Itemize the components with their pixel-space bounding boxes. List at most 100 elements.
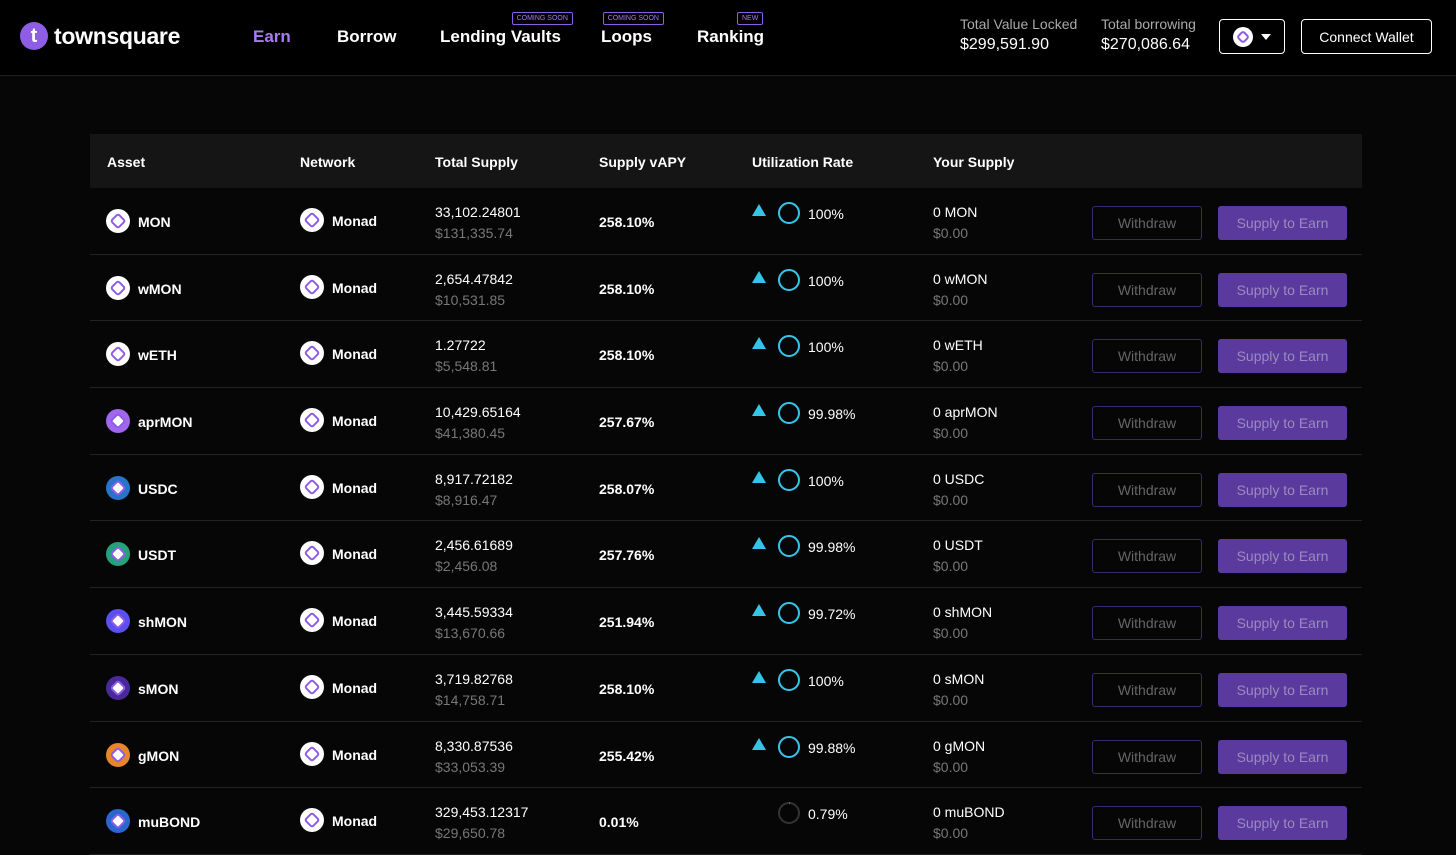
table-row[interactable]: USDC Monad 8,917.72182 $8,916.47 258.07% … [90, 455, 1362, 522]
supply-to-earn-button[interactable]: Supply to Earn [1218, 272, 1347, 307]
warning-icon[interactable] [752, 470, 766, 483]
supply-to-earn-button[interactable]: Supply to Earn [1218, 339, 1347, 374]
your-supply-usd: $0.00 [933, 625, 969, 642]
your-supply: 0 shMON $0.00 [933, 604, 992, 641]
supply-to-earn-button[interactable]: Supply to Earn [1218, 472, 1347, 507]
nav-earn[interactable]: Earn [253, 27, 291, 47]
your-supply: 0 wETH $0.00 [933, 337, 983, 374]
asset-icon [106, 675, 130, 700]
supply-to-earn-button[interactable]: Supply to Earn [1218, 406, 1347, 441]
withdraw-button[interactable]: Withdraw [1092, 606, 1202, 641]
utilization-rate: 100% [808, 339, 844, 356]
tvl-label: Total Value Locked [960, 16, 1078, 32]
table-row[interactable]: sMON Monad 3,719.82768 $14,758.71 258.10%… [90, 655, 1362, 722]
nav-ranking[interactable]: Ranking NEW [697, 12, 765, 47]
column-header: Network [300, 154, 356, 170]
borrow-stat: Total borrowing $270,086.64 [1101, 16, 1196, 54]
asset-icon [106, 409, 130, 434]
table-row[interactable]: wMON Monad 2,654.47842 $10,531.85 258.10%… [90, 255, 1362, 322]
withdraw-button[interactable]: Withdraw [1092, 406, 1202, 441]
network-name: Monad [332, 679, 378, 696]
utilization-rate: 99.98% [808, 406, 856, 423]
supply-amount: 10,429.65164 [435, 404, 521, 421]
network-name: Monad [332, 279, 378, 296]
nav-borrow[interactable]: Borrow [337, 27, 397, 47]
nav-label: Loops [601, 27, 652, 46]
withdraw-button[interactable]: Withdraw [1092, 739, 1202, 774]
table-row[interactable]: USDT Monad 2,456.61689 $2,456.08 257.76% … [90, 521, 1362, 589]
withdraw-button[interactable]: Withdraw [1092, 806, 1202, 841]
network-name: Monad [332, 479, 378, 496]
warning-icon[interactable] [752, 404, 766, 417]
asset-name: aprMON [138, 414, 193, 431]
supply-apy: 257.67% [599, 414, 655, 431]
supply-to-earn-button[interactable]: Supply to Earn [1218, 539, 1347, 574]
network-selector[interactable] [1219, 19, 1285, 54]
your-supply-usd: $0.00 [933, 491, 969, 508]
warning-icon[interactable] [752, 537, 766, 550]
utilization-rate: 100% [808, 206, 844, 222]
table-row[interactable]: wETH Monad 1.27722 $5,548.81 258.10% 100%… [90, 321, 1362, 389]
utilization-arc [778, 602, 800, 625]
supply-usd: $2,456.08 [435, 558, 498, 575]
supply-to-earn-button[interactable]: Supply to Earn [1218, 606, 1347, 641]
supply-amount: 2,654.47842 [435, 270, 513, 287]
supply-apy: 258.10% [599, 347, 655, 364]
warning-icon[interactable] [752, 670, 766, 683]
nav-label: Lending Vaults [440, 27, 561, 46]
withdraw-button[interactable]: Withdraw [1092, 206, 1202, 240]
nav-lending-vaults[interactable]: Lending Vaults COMING SOON [440, 12, 573, 47]
warning-icon[interactable] [752, 337, 766, 350]
asset-icon [106, 275, 130, 300]
nav-label: Ranking [697, 27, 765, 46]
table-row[interactable]: muBOND Monad 329,453.12317 $29,650.78 0.0… [90, 788, 1362, 855]
supply-usd: $131,335.74 [435, 225, 513, 241]
your-supply: 0 wMON $0.00 [933, 271, 987, 308]
table-row[interactable]: gMON Monad 8,330.87536 $33,053.39 255.42%… [90, 722, 1362, 789]
network-name: Monad [332, 813, 378, 830]
asset-name: wMON [138, 280, 182, 297]
asset-name: MON [138, 214, 171, 230]
supply-amount: 3,719.82768 [435, 670, 513, 687]
supply-usd: $10,531.85 [435, 291, 506, 308]
withdraw-button[interactable]: Withdraw [1092, 272, 1202, 307]
your-supply-usd: $0.00 [933, 825, 969, 842]
warning-icon[interactable] [752, 270, 766, 283]
your-supply-usd: $0.00 [933, 425, 969, 442]
utilization-arc [778, 268, 800, 291]
monad-icon [300, 608, 324, 633]
supply-usd: $33,053.39 [435, 758, 506, 775]
supply-to-earn-button[interactable]: Supply to Earn [1218, 739, 1347, 774]
supply-to-earn-button[interactable]: Supply to Earn [1218, 806, 1347, 841]
warning-icon[interactable] [752, 204, 766, 216]
asset-icon [106, 475, 130, 500]
network-name: Monad [332, 413, 378, 430]
warning-icon[interactable] [752, 604, 766, 617]
supply-to-earn-button[interactable]: Supply to Earn [1218, 672, 1347, 707]
table-row[interactable]: MON Monad 33,102.24801 $131,335.74 258.10… [90, 188, 1362, 255]
supply-apy: 258.10% [599, 214, 655, 230]
supply-apy: 0.01% [599, 814, 639, 831]
withdraw-button[interactable]: Withdraw [1092, 472, 1202, 507]
supply-amount: 329,453.12317 [435, 804, 529, 821]
utilization-arc [778, 668, 800, 691]
table-row[interactable]: shMON Monad 3,445.59334 $13,670.66 251.94… [90, 588, 1362, 655]
your-supply-amount: 0 wETH [933, 337, 983, 354]
supply-amount: 3,445.59334 [435, 604, 513, 621]
warning-icon[interactable] [752, 737, 766, 750]
monad-icon [300, 474, 324, 499]
logo[interactable]: t townsquare [20, 22, 180, 50]
asset-icon [106, 342, 130, 367]
supply-to-earn-button[interactable]: Supply to Earn [1218, 206, 1347, 240]
supply-usd: $14,758.71 [435, 691, 506, 708]
total-supply: 3,445.59334 $13,670.66 [435, 604, 513, 641]
withdraw-button[interactable]: Withdraw [1092, 672, 1202, 707]
utilization-ring [778, 668, 800, 691]
withdraw-button[interactable]: Withdraw [1092, 339, 1202, 374]
table-row[interactable]: aprMON Monad 10,429.65164 $41,380.45 257.… [90, 388, 1362, 455]
utilization-rate: 99.72% [808, 606, 856, 623]
nav-loops[interactable]: Loops COMING SOON [601, 12, 664, 47]
utilization-rate: 99.98% [808, 539, 856, 556]
withdraw-button[interactable]: Withdraw [1092, 539, 1202, 574]
connect-wallet-button[interactable]: Connect Wallet [1301, 19, 1432, 54]
